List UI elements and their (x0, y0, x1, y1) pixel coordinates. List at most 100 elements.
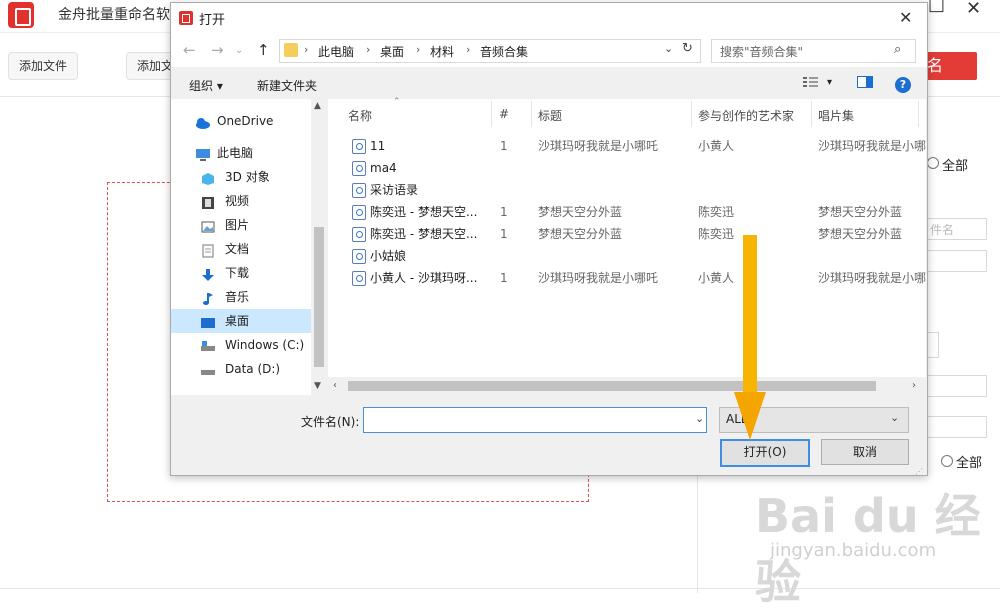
nav-label: 此电脑 (217, 146, 254, 160)
text-field-2[interactable] (925, 250, 987, 272)
cloud-icon (195, 114, 210, 129)
file-row[interactable]: 小姑娘 (328, 245, 918, 267)
breadcrumb-desktop[interactable]: 桌面 (380, 43, 404, 60)
nav-item-drive-d[interactable]: Data (D:) (171, 357, 311, 381)
breadcrumb-materials[interactable]: 材料 (430, 43, 454, 60)
chevron-right-icon[interactable]: › (466, 43, 470, 56)
file-row[interactable]: ma4 (328, 157, 918, 179)
column-divider[interactable] (531, 101, 532, 127)
back-arrow-icon[interactable]: ← (183, 41, 196, 59)
nav-label: 下载 (225, 266, 250, 280)
dialog-titlebar: 打开 ✕ (171, 3, 927, 33)
file-name: 11 (370, 139, 386, 153)
column-divider[interactable] (918, 101, 919, 127)
file-row[interactable]: 陈奕迅 - 梦想天空... 1 梦想天空分外蓝 陈奕迅 梦想天空分外蓝 (328, 223, 918, 245)
column-divider[interactable] (491, 101, 492, 127)
file-row[interactable]: 采访语录 (328, 179, 918, 201)
column-divider[interactable] (811, 101, 812, 127)
nav-item-3d-objects[interactable]: 3D 对象 (171, 165, 311, 189)
resize-grip-icon[interactable]: ⋰ (915, 467, 923, 476)
open-button[interactable]: 打开(O) (720, 439, 810, 467)
file-title: 沙琪玛呀我就是小哪吒 (538, 271, 659, 285)
text-field-3[interactable] (925, 375, 987, 397)
audio-file-icon (352, 183, 366, 198)
breadcrumb-audio[interactable]: 音频合集 (480, 43, 528, 60)
nav-item-drive-c[interactable]: Windows (C:) (171, 333, 311, 357)
column-artist[interactable]: 参与创作的艺术家 (698, 107, 794, 124)
nav-item-downloads[interactable]: 下载 (171, 261, 311, 285)
address-bar[interactable]: › 此电脑 › 桌面 › 材料 › 音频合集 ⌄ ↻ (279, 39, 701, 63)
column-title[interactable]: 标题 (538, 107, 562, 124)
nav-item-onedrive[interactable]: OneDrive (171, 109, 311, 133)
picture-icon (201, 218, 215, 233)
list-scrollbar[interactable]: ‹ › (328, 377, 926, 395)
audio-file-icon (352, 227, 366, 242)
address-dropdown-icon[interactable]: ⌄ (664, 42, 673, 55)
add-file-button[interactable]: 添加文件 (8, 52, 79, 80)
file-row[interactable]: 小黄人 - 沙琪玛呀... 1 沙琪玛呀我就是小哪吒 小黄人 沙琪玛呀我就是小哪 (328, 267, 926, 289)
view-options-icon[interactable] (803, 76, 819, 88)
chevron-right-icon[interactable]: › (304, 43, 308, 56)
refresh-icon[interactable]: ↻ (682, 41, 693, 56)
nav-label: 文档 (225, 242, 250, 256)
scroll-right-icon[interactable]: › (912, 380, 916, 391)
close-icon[interactable]: ✕ (966, 0, 981, 19)
nav-scroll-thumb[interactable] (314, 227, 324, 367)
filename-field[interactable]: 件名 (925, 218, 987, 240)
column-name[interactable]: 名称 (348, 107, 372, 124)
recent-dropdown-icon[interactable]: ⌄ (235, 45, 243, 56)
dialog-close-icon[interactable]: ✕ (899, 8, 912, 27)
chevron-right-icon[interactable]: › (366, 43, 370, 56)
nav-item-this-pc[interactable]: 此电脑 (171, 141, 311, 165)
search-icon[interactable]: ⌕ (894, 42, 901, 57)
view-dropdown-icon[interactable]: ▾ (827, 77, 832, 88)
file-name: 陈奕迅 - 梦想天空... (370, 227, 478, 241)
navigation-bar: ← → ⌄ ↑ › 此电脑 › 桌面 › 材料 › 音频合集 ⌄ ↻ 搜索"音频… (171, 33, 927, 67)
baidu-watermark-url: jingyan.baidu.com (770, 540, 937, 561)
scroll-up-icon[interactable]: ▲ (314, 101, 321, 111)
breadcrumb-this-pc[interactable]: 此电脑 (318, 43, 354, 60)
nav-item-pictures[interactable]: 图片 (171, 213, 311, 237)
file-row[interactable]: 陈奕迅 - 梦想天空... 1 梦想天空分外蓝 陈奕迅 梦想天空分外蓝 (328, 201, 918, 223)
nav-item-documents[interactable]: 文档 (171, 237, 311, 261)
new-folder-button[interactable]: 新建文件夹 (257, 77, 317, 94)
audio-file-icon (352, 139, 366, 154)
list-scroll-thumb[interactable] (348, 381, 876, 391)
scroll-left-icon[interactable]: ‹ (333, 380, 337, 391)
filename-input[interactable] (363, 407, 707, 433)
column-number[interactable]: # (499, 107, 509, 121)
search-box[interactable]: 搜索"音频合集" ⌕ (711, 39, 916, 63)
help-icon[interactable]: ? (895, 77, 911, 93)
organize-menu[interactable]: 组织 ▾ (189, 77, 223, 94)
forward-arrow-icon[interactable]: → (211, 41, 224, 59)
cancel-button[interactable]: 取消 (821, 439, 909, 465)
radio-all-2[interactable] (941, 455, 953, 467)
nav-item-music[interactable]: 音乐 (171, 285, 311, 309)
nav-label: OneDrive (217, 114, 274, 128)
chevron-right-icon[interactable]: › (416, 43, 420, 56)
file-title: 沙琪玛呀我就是小哪吒 (538, 139, 659, 153)
up-arrow-icon[interactable]: ↑ (257, 41, 270, 59)
file-row[interactable]: 11 1 沙琪玛呀我就是小哪吒 小黄人 沙琪玛呀我就是小哪 (328, 135, 926, 157)
preview-pane-icon[interactable] (857, 76, 873, 88)
nav-item-desktop[interactable]: 桌面 (171, 309, 311, 333)
text-field-4[interactable] (925, 416, 987, 438)
file-number: 1 (500, 271, 508, 285)
column-album[interactable]: 唱片集 (818, 107, 854, 124)
maximize-icon[interactable]: □ (928, 0, 945, 15)
nav-label: Windows (C:) (225, 338, 305, 352)
annotation-arrow-shaft (743, 235, 757, 395)
chevron-down-icon[interactable]: ⌄ (890, 411, 899, 424)
file-name: 采访语录 (370, 183, 419, 197)
annotation-arrow-head (734, 392, 766, 440)
file-title: 梦想天空分外蓝 (538, 205, 623, 219)
column-divider[interactable] (691, 101, 692, 127)
filename-dropdown-icon[interactable]: ⌄ (695, 412, 704, 425)
open-file-dialog: 打开 ✕ ← → ⌄ ↑ › 此电脑 › 桌面 › 材料 › 音频合集 ⌄ ↻ … (170, 2, 928, 476)
nav-item-videos[interactable]: 视频 (171, 189, 311, 213)
scroll-down-icon[interactable]: ▼ (314, 381, 321, 391)
radio-all-1[interactable] (927, 157, 939, 169)
file-list: ⌃ 名称 # 标题 参与创作的艺术家 唱片集 11 1 沙琪玛呀我就是小哪吒 小黄人沙… (328, 97, 926, 395)
file-name: 陈奕迅 - 梦想天空... (370, 205, 478, 219)
nav-label: Data (D:) (225, 362, 281, 376)
